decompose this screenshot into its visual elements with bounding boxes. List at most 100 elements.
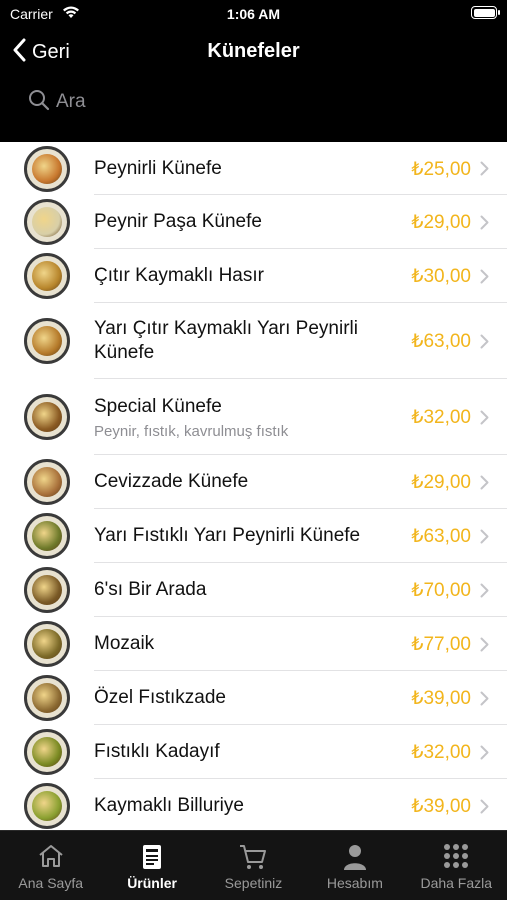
product-text: Cevizzade Künefe <box>94 455 384 509</box>
back-button[interactable]: Geri <box>12 38 70 67</box>
product-text: Mozaik <box>94 617 384 671</box>
product-thumbnail <box>24 145 70 192</box>
chevron-right-icon <box>480 637 489 657</box>
chevron-right-icon <box>480 745 489 765</box>
product-text: Özel Fıstıkzade <box>94 671 384 725</box>
clock: 1:06 AM <box>226 6 281 22</box>
search-icon <box>28 89 50 116</box>
product-price: ₺63,00 <box>411 526 471 547</box>
product-row[interactable]: Cevizzade Künefe ₺29,00 <box>0 455 507 509</box>
page-title: Künefeler <box>207 40 300 62</box>
product-row[interactable]: Special Künefe Peynir, fıstık, kavrulmuş … <box>0 379 507 455</box>
product-list: Peynirli Künefe ₺25,00 Peynir Paşa Künefe ₺… <box>0 142 507 830</box>
chevron-right-icon <box>480 161 489 181</box>
chevron-right-icon <box>480 691 489 711</box>
tab-label: Ürünler <box>127 875 177 891</box>
tab-home[interactable]: Ana Sayfa <box>0 831 101 900</box>
product-price: ₺30,00 <box>411 266 471 287</box>
product-row[interactable]: Peynirli Künefe ₺25,00 <box>0 142 507 195</box>
tab-bar: Ana Sayfa Ürünler Sepetiniz Hesabım Daha Faz… <box>0 830 507 900</box>
product-name: Kaymaklı Billuriye <box>94 795 244 816</box>
product-thumbnail <box>24 621 70 667</box>
product-row[interactable]: Peynir Paşa Künefe ₺29,00 <box>0 195 507 249</box>
product-thumbnail <box>24 783 70 829</box>
tab-label: Ana Sayfa <box>18 875 83 891</box>
product-price: ₺63,00 <box>411 331 471 352</box>
product-price: ₺25,00 <box>411 158 471 180</box>
product-thumbnail <box>24 675 70 721</box>
product-name: 6'sı Bir Arada <box>94 579 207 600</box>
back-label: Geri <box>32 41 70 63</box>
product-price: ₺39,00 <box>411 688 471 709</box>
product-text: Peynir Paşa Künefe <box>94 195 384 249</box>
cart-icon <box>203 843 304 871</box>
chevron-right-icon <box>480 583 489 603</box>
menu-icon <box>101 843 202 871</box>
product-name: Özel Fıstıkzade <box>94 687 226 708</box>
product-text: Special Künefe Peynir, fıstık, kavrulmuş … <box>94 379 384 455</box>
product-name: Peynir Paşa Künefe <box>94 211 262 232</box>
home-icon <box>0 843 101 869</box>
tab-person[interactable]: Hesabım <box>304 831 405 900</box>
product-price: ₺29,00 <box>411 472 471 493</box>
product-thumbnail <box>24 459 70 505</box>
search-bar <box>0 78 507 142</box>
product-text: Yarı Çıtır Kaymaklı Yarı Peynirli Künefe <box>94 303 384 379</box>
product-text: Fıstıklı Kadayıf <box>94 725 384 779</box>
product-row[interactable]: Kaymaklı Billuriye ₺39,00 <box>0 779 507 830</box>
product-thumbnail <box>24 513 70 559</box>
chevron-right-icon <box>480 475 489 495</box>
chevron-left-icon <box>12 38 26 67</box>
product-description: Peynir, fıstık, kavrulmuş fıstık <box>94 422 289 440</box>
product-thumbnail <box>24 199 70 245</box>
product-text: 6'sı Bir Arada <box>94 563 384 617</box>
chevron-right-icon <box>480 529 489 549</box>
product-price: ₺29,00 <box>411 212 471 233</box>
navigation-bar: Geri Künefeler <box>0 28 507 78</box>
product-row[interactable]: Mozaik ₺77,00 <box>0 617 507 671</box>
tab-menu[interactable]: Ürünler <box>101 831 202 900</box>
tab-label: Daha Fazla <box>420 875 493 891</box>
product-row[interactable]: Özel Fıstıkzade ₺39,00 <box>0 671 507 725</box>
product-text: Çıtır Kaymaklı Hasır <box>94 249 384 303</box>
product-text: Kaymaklı Billuriye <box>94 779 384 830</box>
tab-grid[interactable]: Daha Fazla <box>406 831 507 900</box>
product-thumbnail <box>24 729 70 775</box>
product-name: Fıstıklı Kadayıf <box>94 741 220 762</box>
product-text: Peynirli Künefe <box>94 142 384 195</box>
product-text: Yarı Fıstıklı Yarı Peynirli Künefe <box>94 509 384 563</box>
chevron-right-icon <box>480 799 489 819</box>
status-bar: Carrier 1:06 AM <box>0 0 507 28</box>
battery-icon <box>471 6 500 19</box>
product-name: Peynirli Künefe <box>94 157 222 179</box>
product-row[interactable]: 6'sı Bir Arada ₺70,00 <box>0 563 507 617</box>
product-name: Special Künefe <box>94 395 222 417</box>
search-input[interactable] <box>56 91 456 113</box>
tab-label: Sepetiniz <box>224 875 283 891</box>
product-row[interactable]: Fıstıklı Kadayıf ₺32,00 <box>0 725 507 779</box>
product-thumbnail <box>24 567 70 613</box>
product-price: ₺32,00 <box>411 407 471 428</box>
product-name: Yarı Çıtır Kaymaklı Yarı Peynirli Künefe <box>94 318 358 363</box>
chevron-right-icon <box>480 215 489 235</box>
grid-icon <box>406 843 507 869</box>
product-name: Çıtır Kaymaklı Hasır <box>94 265 264 286</box>
product-name: Yarı Fıstıklı Yarı Peynirli Künefe <box>94 525 361 546</box>
chevron-right-icon <box>480 269 489 289</box>
product-name: Cevizzade Künefe <box>94 471 249 492</box>
product-price: ₺77,00 <box>411 634 471 655</box>
product-thumbnail <box>24 394 70 440</box>
product-price: ₺39,00 <box>411 796 471 817</box>
product-price: ₺32,00 <box>411 742 471 763</box>
tab-cart[interactable]: Sepetiniz <box>203 831 304 900</box>
product-row[interactable]: Yarı Fıstıklı Yarı Peynirli Künefe ₺63,00 <box>0 509 507 563</box>
product-name: Mozaik <box>94 633 155 654</box>
chevron-right-icon <box>480 410 489 430</box>
chevron-right-icon <box>480 334 489 354</box>
tab-label: Hesabım <box>326 875 383 891</box>
product-row[interactable]: Yarı Çıtır Kaymaklı Yarı Peynirli Künefe… <box>0 303 507 379</box>
product-row[interactable]: Çıtır Kaymaklı Hasır ₺30,00 <box>0 249 507 303</box>
search-field[interactable] <box>14 84 493 120</box>
product-thumbnail <box>24 318 70 364</box>
product-thumbnail <box>24 253 70 299</box>
